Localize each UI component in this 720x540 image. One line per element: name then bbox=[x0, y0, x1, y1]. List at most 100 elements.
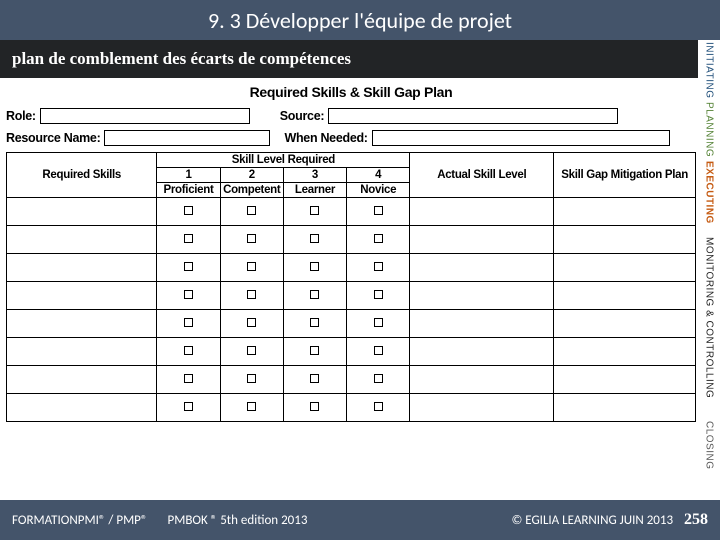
skill-level-checkbox-cell[interactable] bbox=[157, 226, 220, 254]
checkbox-icon[interactable] bbox=[247, 402, 256, 411]
skill-level-checkbox-cell[interactable] bbox=[220, 310, 283, 338]
checkbox-icon[interactable] bbox=[374, 262, 383, 271]
skill-level-checkbox-cell[interactable] bbox=[220, 394, 283, 422]
skill-level-checkbox-cell[interactable] bbox=[220, 338, 283, 366]
skill-level-checkbox-cell[interactable] bbox=[283, 366, 346, 394]
required-skill-cell[interactable] bbox=[7, 394, 157, 422]
skill-level-checkbox-cell[interactable] bbox=[347, 226, 410, 254]
skill-level-checkbox-cell[interactable] bbox=[220, 366, 283, 394]
skill-level-checkbox-cell[interactable] bbox=[157, 198, 220, 226]
skill-level-checkbox-cell[interactable] bbox=[283, 254, 346, 282]
skill-level-checkbox-cell[interactable] bbox=[157, 338, 220, 366]
checkbox-icon[interactable] bbox=[374, 374, 383, 383]
actual-skill-cell[interactable] bbox=[410, 282, 554, 310]
skill-level-checkbox-cell[interactable] bbox=[220, 226, 283, 254]
actual-skill-cell[interactable] bbox=[410, 366, 554, 394]
checkbox-icon[interactable] bbox=[184, 206, 193, 215]
checkbox-icon[interactable] bbox=[374, 346, 383, 355]
mitigation-plan-cell[interactable] bbox=[554, 366, 696, 394]
skill-level-checkbox-cell[interactable] bbox=[347, 394, 410, 422]
skill-level-checkbox-cell[interactable] bbox=[283, 198, 346, 226]
mitigation-plan-cell[interactable] bbox=[554, 282, 696, 310]
checkbox-icon[interactable] bbox=[247, 262, 256, 271]
mitigation-plan-cell[interactable] bbox=[554, 254, 696, 282]
skill-level-checkbox-cell[interactable] bbox=[157, 254, 220, 282]
checkbox-icon[interactable] bbox=[247, 206, 256, 215]
actual-skill-cell[interactable] bbox=[410, 226, 554, 254]
skill-level-checkbox-cell[interactable] bbox=[347, 282, 410, 310]
skill-level-checkbox-cell[interactable] bbox=[283, 226, 346, 254]
skill-level-checkbox-cell[interactable] bbox=[157, 394, 220, 422]
required-skill-cell[interactable] bbox=[7, 226, 157, 254]
checkbox-icon[interactable] bbox=[310, 346, 319, 355]
actual-skill-cell[interactable] bbox=[410, 254, 554, 282]
mitigation-plan-cell[interactable] bbox=[554, 338, 696, 366]
source-input[interactable] bbox=[328, 108, 618, 124]
checkbox-icon[interactable] bbox=[310, 262, 319, 271]
skill-level-checkbox-cell[interactable] bbox=[347, 338, 410, 366]
checkbox-icon[interactable] bbox=[310, 374, 319, 383]
skill-level-checkbox-cell[interactable] bbox=[347, 366, 410, 394]
required-skill-cell[interactable] bbox=[7, 310, 157, 338]
checkbox-icon[interactable] bbox=[184, 234, 193, 243]
checkbox-icon[interactable] bbox=[374, 402, 383, 411]
skill-level-checkbox-cell[interactable] bbox=[220, 254, 283, 282]
checkbox-icon[interactable] bbox=[247, 318, 256, 327]
role-input[interactable] bbox=[40, 108, 250, 124]
checkbox-icon[interactable] bbox=[310, 234, 319, 243]
checkbox-icon[interactable] bbox=[310, 318, 319, 327]
checkbox-icon[interactable] bbox=[184, 318, 193, 327]
when-needed-input[interactable] bbox=[372, 130, 670, 146]
skill-level-checkbox-cell[interactable] bbox=[220, 282, 283, 310]
checkbox-icon[interactable] bbox=[184, 262, 193, 271]
checkbox-icon[interactable] bbox=[247, 346, 256, 355]
skill-level-checkbox-cell[interactable] bbox=[283, 310, 346, 338]
th-actual-skill-level: Actual Skill Level bbox=[410, 153, 554, 198]
mitigation-plan-cell[interactable] bbox=[554, 394, 696, 422]
skill-level-checkbox-cell[interactable] bbox=[157, 282, 220, 310]
actual-skill-cell[interactable] bbox=[410, 394, 554, 422]
mitigation-plan-cell[interactable] bbox=[554, 310, 696, 338]
resource-name-input[interactable] bbox=[104, 130, 270, 146]
checkbox-icon[interactable] bbox=[310, 290, 319, 299]
checkbox-icon[interactable] bbox=[374, 206, 383, 215]
subtitle-text: plan de comblement des écarts de compéte… bbox=[12, 49, 351, 69]
required-skill-cell[interactable] bbox=[7, 198, 157, 226]
skill-level-checkbox-cell[interactable] bbox=[283, 282, 346, 310]
skill-level-checkbox-cell[interactable] bbox=[157, 366, 220, 394]
checkbox-icon[interactable] bbox=[374, 318, 383, 327]
th-level-learner: Learner bbox=[283, 183, 346, 198]
th-required-skills: Required Skills bbox=[7, 153, 157, 198]
checkbox-icon[interactable] bbox=[310, 402, 319, 411]
tab-initiating: INITIATING bbox=[698, 40, 720, 100]
required-skill-cell[interactable] bbox=[7, 366, 157, 394]
required-skill-cell[interactable] bbox=[7, 254, 157, 282]
skill-level-checkbox-cell[interactable] bbox=[347, 198, 410, 226]
subtitle-bar: plan de comblement des écarts de compéte… bbox=[0, 40, 720, 78]
checkbox-icon[interactable] bbox=[247, 234, 256, 243]
checkbox-icon[interactable] bbox=[247, 290, 256, 299]
skill-level-checkbox-cell[interactable] bbox=[347, 254, 410, 282]
table-row bbox=[7, 226, 696, 254]
checkbox-icon[interactable] bbox=[374, 290, 383, 299]
mitigation-plan-cell[interactable] bbox=[554, 198, 696, 226]
resource-row: Resource Name: When Needed: bbox=[6, 130, 696, 146]
mitigation-plan-cell[interactable] bbox=[554, 226, 696, 254]
checkbox-icon[interactable] bbox=[184, 346, 193, 355]
checkbox-icon[interactable] bbox=[184, 402, 193, 411]
actual-skill-cell[interactable] bbox=[410, 338, 554, 366]
checkbox-icon[interactable] bbox=[184, 290, 193, 299]
checkbox-icon[interactable] bbox=[374, 234, 383, 243]
skill-level-checkbox-cell[interactable] bbox=[220, 198, 283, 226]
skill-level-checkbox-cell[interactable] bbox=[283, 338, 346, 366]
actual-skill-cell[interactable] bbox=[410, 310, 554, 338]
checkbox-icon[interactable] bbox=[184, 374, 193, 383]
required-skill-cell[interactable] bbox=[7, 338, 157, 366]
required-skill-cell[interactable] bbox=[7, 282, 157, 310]
checkbox-icon[interactable] bbox=[247, 374, 256, 383]
checkbox-icon[interactable] bbox=[310, 206, 319, 215]
skill-level-checkbox-cell[interactable] bbox=[347, 310, 410, 338]
actual-skill-cell[interactable] bbox=[410, 198, 554, 226]
skill-level-checkbox-cell[interactable] bbox=[157, 310, 220, 338]
skill-level-checkbox-cell[interactable] bbox=[283, 394, 346, 422]
